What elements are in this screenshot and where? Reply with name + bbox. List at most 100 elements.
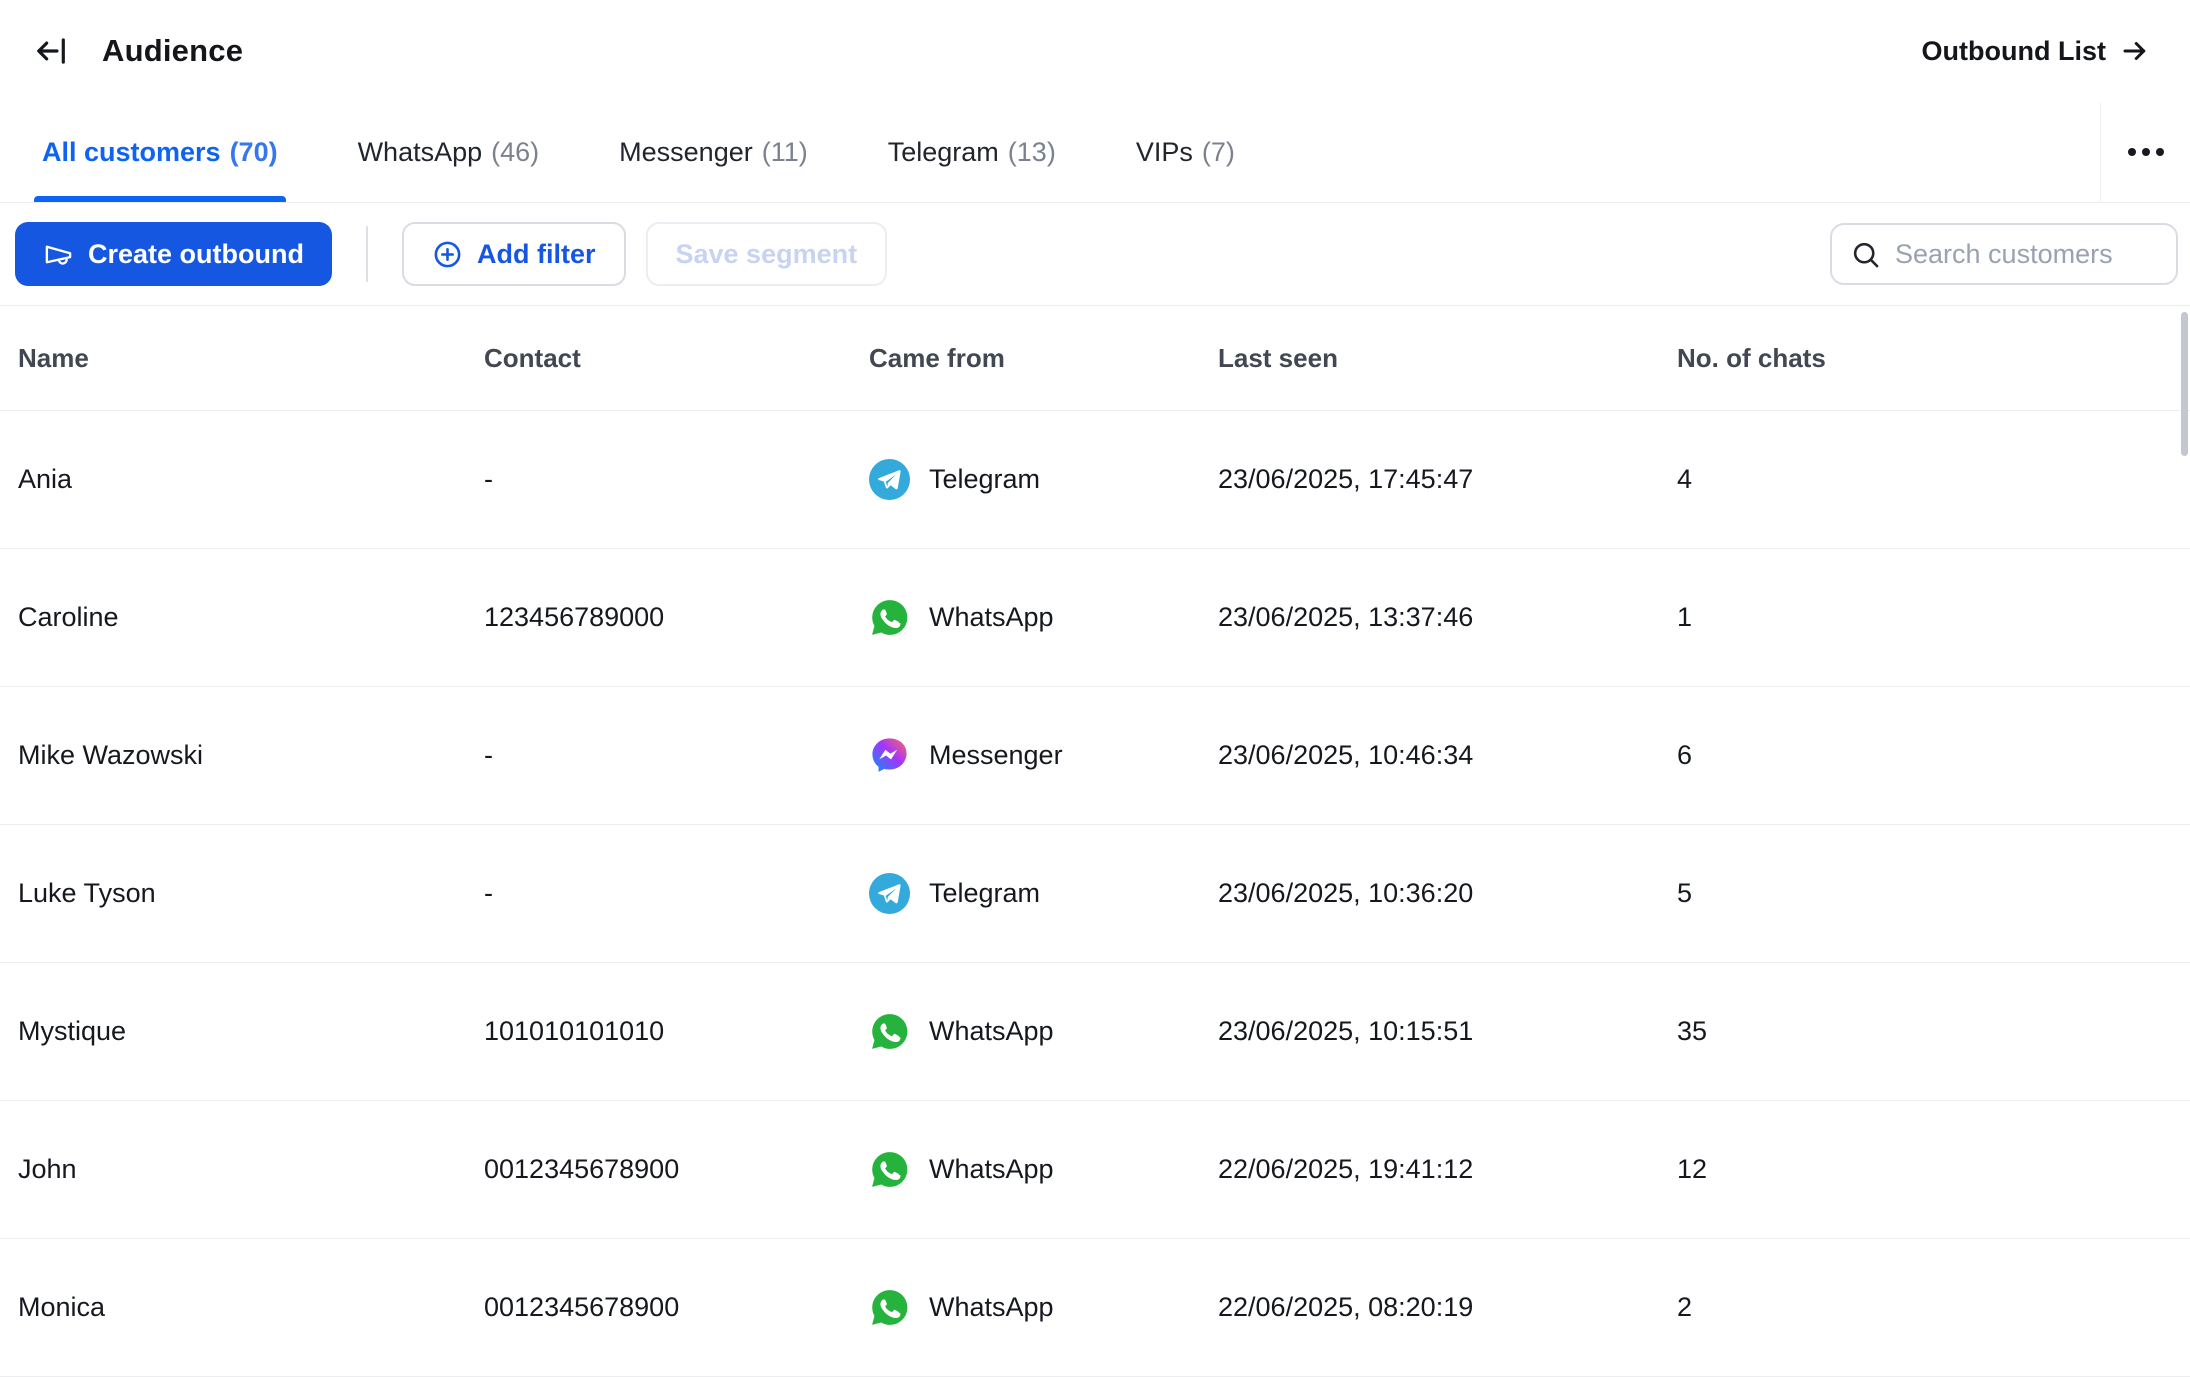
save-segment-button[interactable]: Save segment — [646, 222, 888, 286]
cell-last-seen: 22/06/2025, 08:20:19 — [1218, 1292, 1677, 1323]
cell-name: Mike Wazowski — [18, 740, 484, 771]
tab-messenger[interactable]: Messenger (11) — [619, 102, 808, 202]
outbound-list-label: Outbound List — [1922, 36, 2106, 67]
whatsapp-icon — [869, 597, 910, 638]
tabs-overflow-menu-button[interactable] — [2100, 102, 2190, 202]
table-row[interactable]: Caroline 123456789000 WhatsApp 23/06/202… — [0, 549, 2190, 687]
cell-no-of-chats: 12 — [1677, 1154, 2190, 1185]
arrow-right-icon — [2120, 36, 2150, 66]
cell-contact: 0012345678900 — [484, 1154, 869, 1185]
add-filter-label: Add filter — [477, 239, 596, 270]
search-icon — [1850, 239, 1881, 270]
cell-contact: 101010101010 — [484, 1016, 869, 1047]
channel-label: WhatsApp — [929, 1292, 1054, 1323]
cell-name: Luke Tyson — [18, 878, 484, 909]
table-row[interactable]: Monica 0012345678900 WhatsApp 22/06/2025… — [0, 1239, 2190, 1377]
cell-last-seen: 23/06/2025, 10:36:20 — [1218, 878, 1677, 909]
table-header-row: Name Contact Came from Last seen No. of … — [0, 306, 2190, 411]
page-header: Audience Outbound List — [0, 0, 2190, 102]
column-header-last-seen: Last seen — [1218, 343, 1677, 374]
tab-label: Telegram — [888, 137, 999, 168]
tab-count: (7) — [1202, 137, 1235, 168]
channel-label: Telegram — [929, 464, 1040, 495]
ellipsis-icon — [2156, 148, 2164, 156]
tab-label: VIPs — [1136, 137, 1193, 168]
table-row[interactable]: Mike Wazowski - Messenger 23/06/2025, 10… — [0, 687, 2190, 825]
search-customers-field[interactable] — [1830, 223, 2178, 285]
add-filter-button[interactable]: Add filter — [402, 222, 626, 286]
messenger-icon — [869, 735, 910, 776]
tab-count: (11) — [762, 137, 808, 168]
tab-count: (13) — [1008, 137, 1056, 168]
cell-name: Caroline — [18, 602, 484, 633]
cell-contact: - — [484, 740, 869, 771]
cell-no-of-chats: 5 — [1677, 878, 2190, 909]
tab-vips[interactable]: VIPs (7) — [1136, 102, 1235, 202]
cell-last-seen: 23/06/2025, 17:45:47 — [1218, 464, 1677, 495]
cell-came-from: Telegram — [869, 459, 1218, 500]
cell-came-from: WhatsApp — [869, 597, 1218, 638]
megaphone-icon — [43, 239, 74, 270]
cell-no-of-chats: 6 — [1677, 740, 2190, 771]
cell-came-from: Messenger — [869, 735, 1218, 776]
channel-label: WhatsApp — [929, 602, 1054, 633]
cell-contact: 123456789000 — [484, 602, 869, 633]
cell-last-seen: 23/06/2025, 10:15:51 — [1218, 1016, 1677, 1047]
tab-whatsapp[interactable]: WhatsApp (46) — [358, 102, 540, 202]
column-header-contact: Contact — [484, 343, 869, 374]
search-input[interactable] — [1895, 239, 2158, 270]
toolbar: Create outbound Add filter Save segment — [0, 203, 2190, 306]
cell-no-of-chats: 35 — [1677, 1016, 2190, 1047]
column-header-name: Name — [18, 343, 484, 374]
telegram-icon — [869, 873, 910, 914]
tab-count: (46) — [491, 137, 539, 168]
table-row[interactable]: Ania - Telegram 23/06/2025, 17:45:47 4 — [0, 411, 2190, 549]
create-outbound-label: Create outbound — [88, 239, 304, 270]
cell-came-from: WhatsApp — [869, 1011, 1218, 1052]
tab-count: (70) — [230, 137, 278, 168]
whatsapp-icon — [869, 1287, 910, 1328]
table-row[interactable]: Luke Tyson - Telegram 23/06/2025, 10:36:… — [0, 825, 2190, 963]
cell-name: Ania — [18, 464, 484, 495]
tab-bar: All customers (70) WhatsApp (46) Messeng… — [0, 102, 2190, 203]
cell-last-seen: 22/06/2025, 19:41:12 — [1218, 1154, 1677, 1185]
cell-came-from: WhatsApp — [869, 1149, 1218, 1190]
cell-came-from: WhatsApp — [869, 1287, 1218, 1328]
channel-label: Messenger — [929, 740, 1063, 771]
ellipsis-icon — [2142, 148, 2150, 156]
whatsapp-icon — [869, 1011, 910, 1052]
cell-last-seen: 23/06/2025, 10:46:34 — [1218, 740, 1677, 771]
outbound-list-link[interactable]: Outbound List — [1922, 36, 2150, 67]
cell-contact: 0012345678900 — [484, 1292, 869, 1323]
cell-contact: - — [484, 464, 869, 495]
collapse-back-icon[interactable] — [30, 28, 76, 74]
create-outbound-button[interactable]: Create outbound — [15, 222, 332, 286]
cell-contact: - — [484, 878, 869, 909]
column-header-no-of-chats: No. of chats — [1677, 343, 2190, 374]
tab-telegram[interactable]: Telegram (13) — [888, 102, 1056, 202]
cell-name: Mystique — [18, 1016, 484, 1047]
cell-no-of-chats: 1 — [1677, 602, 2190, 633]
save-segment-label: Save segment — [676, 239, 858, 270]
whatsapp-icon — [869, 1149, 910, 1190]
toolbar-divider — [366, 226, 368, 282]
table-row[interactable]: John 0012345678900 WhatsApp 22/06/2025, … — [0, 1101, 2190, 1239]
vertical-scrollbar-thumb[interactable] — [2181, 312, 2188, 456]
cell-name: Monica — [18, 1292, 484, 1323]
channel-label: Telegram — [929, 878, 1040, 909]
page-title: Audience — [102, 33, 243, 69]
cell-no-of-chats: 4 — [1677, 464, 2190, 495]
cell-came-from: Telegram — [869, 873, 1218, 914]
telegram-icon — [869, 459, 910, 500]
cell-name: John — [18, 1154, 484, 1185]
tab-all-customers[interactable]: All customers (70) — [42, 102, 278, 202]
table-row[interactable]: Mystique 101010101010 WhatsApp 23/06/202… — [0, 963, 2190, 1101]
cell-last-seen: 23/06/2025, 13:37:46 — [1218, 602, 1677, 633]
tab-label: All customers — [42, 137, 221, 168]
column-header-came-from: Came from — [869, 343, 1218, 374]
ellipsis-icon — [2128, 148, 2136, 156]
tab-label: WhatsApp — [358, 137, 483, 168]
plus-circle-icon — [432, 239, 463, 270]
tab-label: Messenger — [619, 137, 753, 168]
channel-label: WhatsApp — [929, 1154, 1054, 1185]
